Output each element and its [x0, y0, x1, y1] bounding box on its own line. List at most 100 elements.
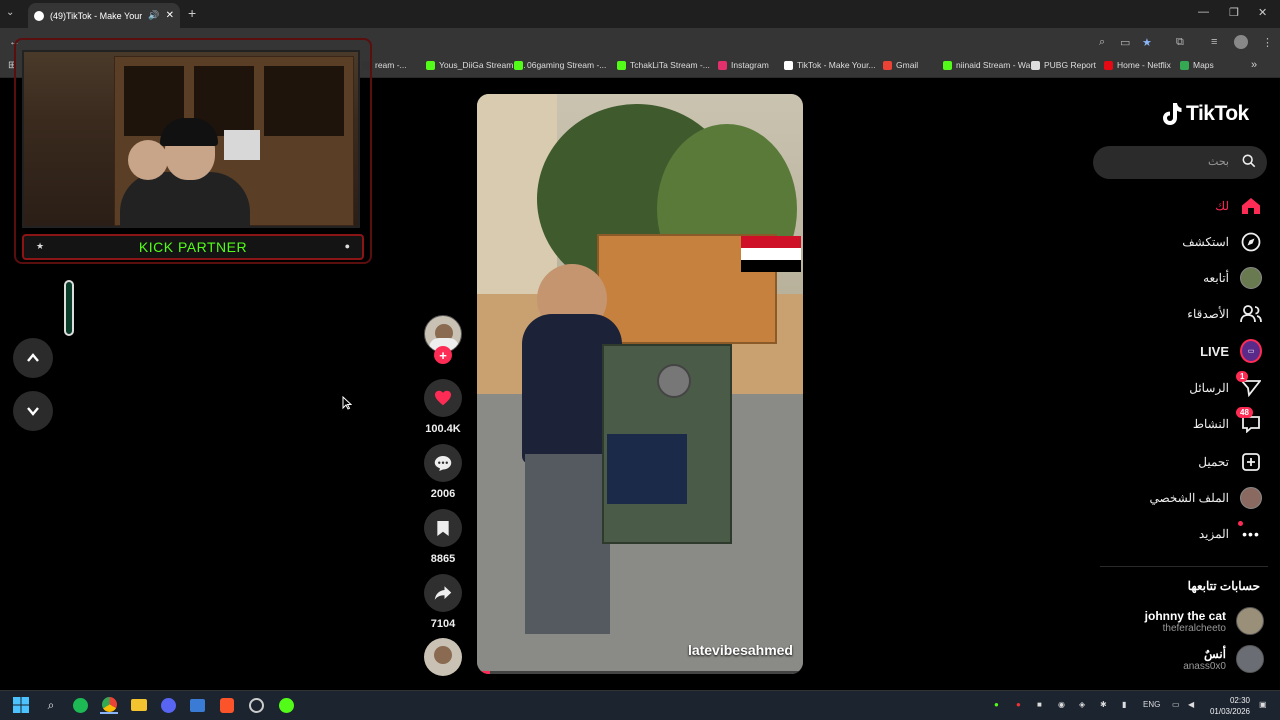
cast-icon[interactable]: ▭ — [1120, 36, 1130, 49]
kick-app-icon[interactable] — [278, 697, 294, 713]
followed-account-2[interactable]: أنسٌ anass0x0 — [1183, 645, 1264, 673]
tray-app-icon[interactable]: ■ — [1037, 700, 1042, 709]
sidebar-item-live[interactable]: LIVE ▭ — [1200, 338, 1262, 364]
search-placeholder: بحث — [1208, 156, 1229, 168]
discord-icon[interactable] — [160, 697, 176, 713]
live-icon: ▭ — [1240, 339, 1262, 363]
tab-tiktok[interactable]: (49)TikTok - Make Your Day 🔊 ✕ — [28, 3, 180, 28]
sidebar-item-label: النشاط — [1192, 417, 1229, 431]
bookmark-item[interactable]: TikTok - Make Your... — [784, 60, 876, 70]
bookmark-favicon-icon — [883, 60, 892, 70]
bookmark-star-icon[interactable]: ★ — [1142, 36, 1152, 49]
user-icon: ● — [344, 241, 350, 251]
chevron-down-icon — [27, 407, 39, 416]
search-icon[interactable] — [1242, 154, 1256, 168]
steam-like-icon[interactable] — [248, 697, 264, 713]
bookmark-label: Home - Netflix — [1117, 60, 1171, 70]
photos-icon[interactable] — [189, 698, 205, 712]
sidebar-item-label: لك — [1215, 199, 1229, 213]
more-bookmarks-icon[interactable]: » — [1251, 59, 1257, 71]
spotify-icon[interactable] — [72, 697, 88, 713]
sidebar-item-profile[interactable]: الملف الشخصي — [1149, 485, 1262, 511]
sidebar-item-activity[interactable]: النشاط 48 — [1192, 407, 1262, 437]
video-progress-bar[interactable] — [477, 671, 803, 674]
kick-partner-banner: ★ KICK PARTNER ● — [22, 234, 364, 260]
sidebar-item-label: الملف الشخصي — [1149, 491, 1229, 505]
bookmark-item[interactable]: Home - Netflix — [1104, 60, 1171, 70]
zoom-icon[interactable]: ⌕ — [1099, 36, 1105, 49]
save-button[interactable] — [424, 509, 462, 547]
follow-button[interactable]: + — [434, 346, 452, 364]
system-clock[interactable]: 02:30 01/03/2026 — [1210, 695, 1250, 717]
file-explorer-icon[interactable] — [131, 699, 147, 711]
volume-icon[interactable]: ◀ — [1188, 700, 1194, 709]
bookmark-item[interactable]: 06gaming Stream -... — [514, 60, 606, 70]
video-username-tag: latevibesahmed — [687, 642, 793, 658]
notifications-icon[interactable]: ▣ — [1259, 700, 1267, 709]
chrome-icon[interactable] — [101, 696, 117, 712]
next-video-button[interactable] — [13, 391, 53, 431]
sidebar-item-upload[interactable]: تحميل — [1198, 449, 1262, 475]
menu-kebab-icon[interactable]: ⋮ — [1262, 36, 1273, 49]
taskbar-search-icon[interactable]: ⌕ — [42, 696, 60, 714]
sidebar-item-compass[interactable]: استكشف — [1182, 229, 1262, 255]
sidebar-item-home[interactable]: لك — [1215, 193, 1262, 219]
new-tab-button[interactable]: + — [188, 5, 196, 21]
tiktok-favicon-icon — [34, 10, 44, 21]
close-window-icon[interactable]: ✕ — [1258, 6, 1267, 19]
music-disc-avatar[interactable] — [424, 638, 462, 676]
bookmark-favicon-icon — [514, 60, 523, 70]
tray-settings-icon[interactable]: ◉ — [1058, 700, 1065, 709]
previous-video-button[interactable] — [13, 338, 53, 378]
minimize-icon[interactable]: — — [1198, 6, 1209, 18]
like-count: 100.4K — [425, 423, 461, 435]
network-icon[interactable]: ▭ — [1172, 700, 1180, 709]
tray-bluetooth-icon[interactable]: ✱ — [1100, 700, 1107, 709]
bookmark-favicon-icon — [1180, 60, 1189, 70]
bookmark-item[interactable]: Maps — [1180, 60, 1214, 70]
bookmark-favicon-icon — [943, 60, 952, 70]
tray-mic-icon[interactable]: ▮ — [1122, 700, 1126, 709]
followed-account-1[interactable]: johnny the cat theferalcheeto — [1145, 607, 1264, 635]
sidebar-item-more[interactable]: المزيد ••• — [1199, 521, 1262, 547]
sidebar-item-label: استكشف — [1182, 235, 1229, 249]
search-input[interactable]: بحث — [1093, 146, 1267, 179]
sidebar-item-messages[interactable]: الرسائل 1 — [1189, 371, 1262, 401]
tray-shield-icon[interactable]: ● — [1016, 700, 1021, 709]
restore-icon[interactable]: ❐ — [1229, 6, 1239, 19]
brave-icon[interactable] — [220, 697, 234, 713]
home-icon — [1240, 195, 1262, 217]
chevron-up-icon — [27, 353, 39, 362]
like-button[interactable] — [424, 379, 462, 417]
bookmark-item[interactable]: Gmail — [883, 60, 918, 70]
bookmark-item[interactable]: PUBG Report — [1031, 60, 1096, 70]
profile-icon — [1240, 487, 1262, 509]
bookmark-item[interactable]: Instagram — [718, 60, 769, 70]
overlay-pill — [64, 280, 74, 336]
sidebar-item-following-avatar[interactable]: أتابعه — [1203, 265, 1262, 291]
following-accounts-header: حسابات تتابعها — [1187, 579, 1260, 593]
video-player[interactable]: latevibesahmed — [477, 94, 803, 674]
bookmark-item[interactable]: niinaid Stream - Wa... — [943, 60, 1037, 70]
profile-avatar-icon[interactable] — [1234, 35, 1248, 49]
tiktok-logo[interactable]: TikTok — [1160, 102, 1249, 126]
share-count: 7104 — [430, 618, 456, 630]
sidebar-item-friends[interactable]: الأصدقاء — [1187, 301, 1262, 327]
bookmark-label: Yous_DiiGa Stream -... — [439, 60, 526, 70]
language-indicator[interactable]: ENG — [1143, 700, 1160, 709]
close-tab-icon[interactable]: ✕ — [166, 10, 174, 21]
tray-steam-icon[interactable]: ◈ — [1079, 700, 1085, 709]
bookmark-favicon-icon — [784, 60, 793, 70]
comment-button[interactable] — [424, 444, 462, 482]
media-control-icon[interactable]: ≡ — [1211, 36, 1217, 48]
share-button[interactable] — [424, 574, 462, 612]
video-progress-fill — [477, 671, 491, 674]
bookmark-item[interactable]: TchakLiTa Stream -... — [617, 60, 710, 70]
bookmark-item[interactable]: Yous_DiiGa Stream -... — [426, 60, 526, 70]
tray-kick-icon[interactable]: ● — [994, 700, 999, 709]
audio-icon[interactable]: 🔊 — [148, 10, 159, 21]
account-handle: anass0x0 — [1183, 660, 1226, 672]
extensions-icon[interactable]: ⧉ — [1176, 36, 1184, 49]
windows-start-icon[interactable] — [12, 696, 30, 714]
tab-list-icon[interactable]: ⌄ — [6, 7, 14, 18]
